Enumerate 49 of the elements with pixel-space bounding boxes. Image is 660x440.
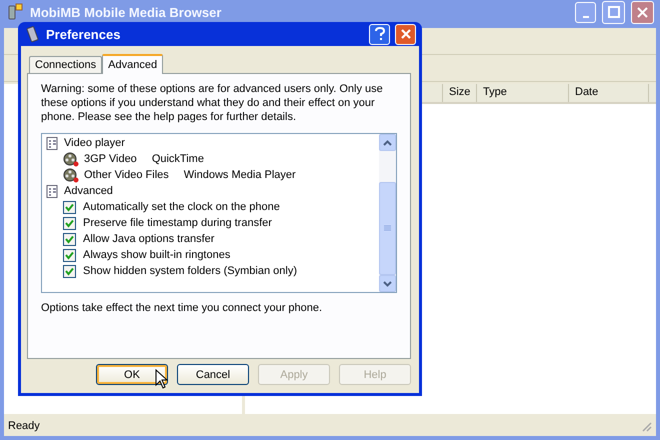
maximize-button[interactable] xyxy=(602,0,625,24)
option-label[interactable]: Show hidden system folders (Symbian only) xyxy=(83,265,297,277)
checkbox[interactable] xyxy=(63,264,76,278)
close-icon xyxy=(637,6,648,18)
dialog-button[interactable]: OK xyxy=(96,364,168,385)
maximize-icon xyxy=(608,6,620,18)
question-mark-icon xyxy=(374,27,386,41)
chevron-down-icon xyxy=(383,280,392,286)
window-title: MobiMB Mobile Media Browser xyxy=(30,4,222,20)
dialog-title: Preferences xyxy=(46,26,122,42)
close-button[interactable] xyxy=(395,24,416,44)
minimize-button[interactable] xyxy=(575,2,596,22)
file-type-label[interactable]: Other Video Files xyxy=(84,169,169,181)
dialog-button[interactable]: Cancel xyxy=(177,364,249,385)
tab[interactable]: Advanced xyxy=(102,54,164,74)
column-header[interactable]: Type xyxy=(477,84,569,102)
column-header[interactable]: Size xyxy=(443,84,477,102)
checkbox[interactable] xyxy=(63,200,76,214)
option-label[interactable]: Automatically set the clock on the phone xyxy=(83,201,280,213)
file-type-label[interactable]: 3GP Video xyxy=(84,153,137,165)
checkbox[interactable] xyxy=(63,248,76,262)
minimize-icon xyxy=(582,16,588,18)
note-text: Options take effect the next time you connect your phone. xyxy=(41,302,324,314)
scroll-up-button[interactable] xyxy=(379,134,396,151)
film-reel-icon xyxy=(63,152,79,166)
scrollbar-thumb[interactable] xyxy=(379,182,396,275)
mouse-pointer-icon xyxy=(155,369,168,390)
scroll-down-button[interactable] xyxy=(379,275,396,292)
option-label[interactable]: Preserve file timestamp during transfer xyxy=(83,217,272,229)
resize-grip-icon[interactable] xyxy=(640,420,652,432)
group-icon xyxy=(46,136,59,150)
status-text: Ready xyxy=(8,420,40,432)
group-label: Advanced xyxy=(64,185,113,197)
player-name[interactable]: Windows Media Player xyxy=(184,169,296,181)
tab[interactable]: Connections xyxy=(29,56,102,73)
help-button[interactable] xyxy=(369,24,390,44)
checkbox[interactable] xyxy=(63,232,76,246)
app-icon xyxy=(6,3,24,21)
warning-text: Warning: some of these options are for advanced users only. Only use these options if you understand what they do and their effect on your phone. Please see the help pages for further details. xyxy=(41,82,384,124)
checkbox[interactable] xyxy=(63,216,76,230)
player-name[interactable]: QuickTime xyxy=(152,153,204,165)
group-icon xyxy=(46,184,59,198)
option-label[interactable]: Allow Java options transfer xyxy=(83,233,214,245)
column-header[interactable]: Date xyxy=(569,84,649,102)
close-icon xyxy=(398,27,412,41)
chevron-up-icon xyxy=(383,140,392,146)
film-reel-icon xyxy=(63,168,79,182)
option-label[interactable]: Always show built-in ringtones xyxy=(83,249,230,261)
group-label: Video player xyxy=(64,137,125,149)
